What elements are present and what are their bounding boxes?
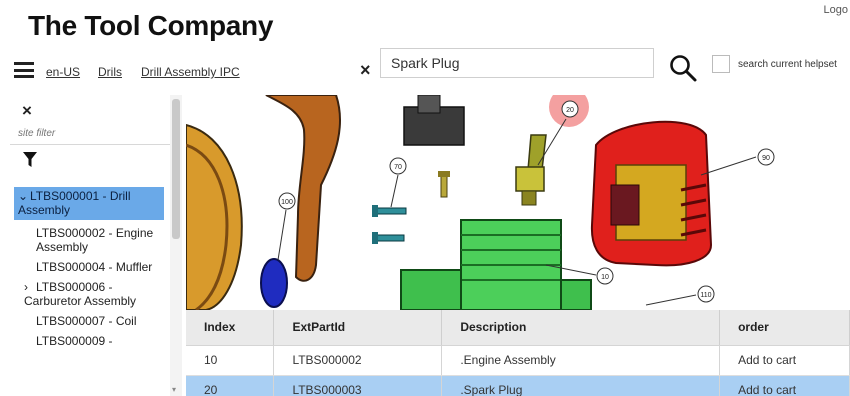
- tree-item-engine-assembly[interactable]: LTBS000002 - Engine Assembly: [14, 226, 164, 254]
- description-cell: .Engine Assembly: [441, 345, 721, 376]
- blue-knob-part: [260, 258, 288, 308]
- engine-cylinder-part: [400, 219, 592, 310]
- chevron-down-icon[interactable]: ⌄: [18, 189, 30, 203]
- 3d-parts-viewer[interactable]: 20 70 100 10 110 90: [186, 95, 850, 310]
- filter-funnel-icon[interactable]: [23, 152, 37, 168]
- tree-item-ltbs000009[interactable]: LTBS000009 -: [14, 334, 164, 348]
- scrollbar-thumb[interactable]: [172, 99, 180, 239]
- description-cell: .Spark Plug: [441, 375, 721, 396]
- handle-frame-part: [265, 95, 342, 282]
- callout-label: 110: [700, 292, 711, 299]
- brand-title: The Tool Company: [28, 10, 274, 41]
- callout-label: 20: [566, 107, 574, 114]
- breadcrumb-drill-assembly-ipc[interactable]: Drill Assembly IPC: [141, 65, 240, 79]
- sidebar-scrollbar[interactable]: ▾: [170, 95, 182, 396]
- parts-table: Index ExtPartId Description order 10 LTB…: [186, 310, 850, 396]
- column-header-extpartid[interactable]: ExtPartId: [273, 310, 443, 346]
- part-id-cell: LTBS000003: [273, 375, 443, 396]
- breadcrumb-locale[interactable]: en-US: [46, 65, 80, 79]
- part-id-cell: LTBS000002: [273, 345, 443, 376]
- callout-label: 100: [281, 199, 293, 206]
- logout-link[interactable]: Logo: [824, 4, 848, 16]
- app-header: The Tool Company Logo: [0, 0, 850, 48]
- table-row[interactable]: 10 LTBS000002 .Engine Assembly Add to ca…: [186, 345, 850, 376]
- chevron-right-icon[interactable]: ›: [24, 280, 36, 294]
- search-icon[interactable]: [668, 53, 698, 83]
- callout-label: 10: [601, 274, 609, 281]
- tree-item-carburetor-assembly[interactable]: › LTBS000006 - Carburetor Assembly: [14, 280, 164, 308]
- table-header-row: Index ExtPartId Description order: [186, 310, 850, 346]
- callout-label: 70: [394, 164, 402, 171]
- search-current-helpset-label: search current helpset: [738, 59, 837, 70]
- sidebar-filter-input[interactable]: [10, 123, 170, 145]
- sidebar: × ⌄LTBS000001 - Drill Assembly LTBS00000…: [0, 95, 182, 396]
- column-header-order[interactable]: order: [719, 310, 850, 346]
- toolbar: en-US Drils Drill Assembly IPC × search …: [0, 48, 850, 92]
- tree-item-coil[interactable]: LTBS000007 - Coil: [14, 314, 164, 328]
- tree-item-drill-assembly[interactable]: ⌄ LTBS000001 - Drill Assembly: [14, 187, 164, 220]
- breadcrumb-drills[interactable]: Drils: [98, 65, 122, 79]
- housing-part: [186, 123, 243, 310]
- sidebar-close-icon[interactable]: ×: [22, 101, 32, 121]
- table-row[interactable]: 20 LTBS000003 .Spark Plug Add to cart: [186, 375, 850, 396]
- scroll-down-arrow-icon[interactable]: ▾: [172, 385, 176, 394]
- parts-tree: ⌄ LTBS000001 - Drill Assembly LTBS000002 …: [14, 187, 164, 354]
- exploded-view-drawing[interactable]: 20 70 100 10 110 90: [186, 95, 850, 310]
- callout-label: 90: [762, 155, 770, 162]
- column-header-description[interactable]: Description: [441, 310, 721, 346]
- hamburger-menu-icon[interactable]: [14, 62, 34, 78]
- spark-plug-part: [515, 134, 547, 206]
- index-cell: 10: [186, 345, 275, 376]
- index-cell: 20: [186, 375, 275, 396]
- clear-search-button[interactable]: ×: [360, 60, 371, 81]
- add-to-cart-link[interactable]: Add to cart: [719, 375, 850, 396]
- search-current-helpset-checkbox[interactable]: [712, 55, 730, 73]
- tree-item-muffler[interactable]: LTBS000004 - Muffler: [14, 260, 164, 274]
- search-input[interactable]: [380, 48, 654, 78]
- red-cover-part: [590, 120, 713, 267]
- add-to-cart-link[interactable]: Add to cart: [719, 345, 850, 376]
- bolt-parts: [372, 171, 450, 244]
- column-header-index[interactable]: Index: [186, 310, 275, 346]
